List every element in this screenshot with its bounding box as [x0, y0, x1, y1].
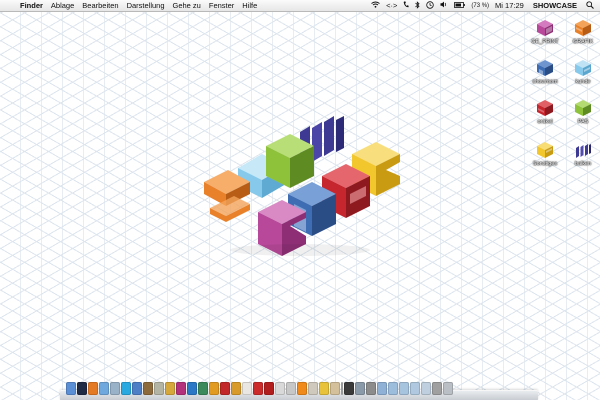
- desktop-icon-orakel[interactable]: orakel: [528, 98, 562, 125]
- volume-icon[interactable]: [437, 1, 451, 10]
- acrobat-pro-icon[interactable]: [253, 382, 263, 395]
- desktop-icon-label: kunde: [575, 79, 591, 85]
- desktop-icon-pas[interactable]: PAS: [566, 98, 600, 125]
- bluetooth-icon[interactable]: [412, 0, 423, 11]
- filezilla-icon[interactable]: [264, 382, 274, 395]
- script-editor-icon[interactable]: [308, 382, 318, 395]
- disk-icon[interactable]: [432, 382, 442, 395]
- dreamweaver-icon[interactable]: [198, 382, 208, 395]
- menu-bearbeiten[interactable]: Bearbeiten: [78, 1, 122, 10]
- yellow-cube-icon: [537, 142, 553, 158]
- stack-folder-icon[interactable]: [421, 382, 431, 395]
- desktop-icon-label: GRAFIK: [572, 39, 594, 45]
- flash-icon[interactable]: [220, 382, 230, 395]
- sky-cube-icon: [575, 60, 591, 76]
- green-cube-icon: [575, 100, 591, 116]
- battery-percentage[interactable]: (73 %): [468, 3, 492, 9]
- fireworks-icon[interactable]: [231, 382, 241, 395]
- desktop-icon-label: GE_PRINT: [531, 39, 559, 45]
- trash-icon[interactable]: [443, 382, 453, 395]
- desktop-icon-label: Sonstiges: [532, 161, 558, 167]
- terminal-icon[interactable]: [344, 382, 354, 395]
- violet-bars-icon: [576, 144, 591, 158]
- spotlight-search-icon[interactable]: [583, 0, 597, 11]
- phone-icon[interactable]: [400, 1, 412, 10]
- blue-cube-icon: [537, 60, 553, 76]
- desktop-icon-showroom[interactable]: showroom: [528, 58, 562, 85]
- finder-icon[interactable]: [66, 382, 76, 395]
- vlc-icon[interactable]: [297, 382, 307, 395]
- downloads-folder-icon[interactable]: [388, 382, 398, 395]
- desktop-icon-ge-print[interactable]: GE_PRINT: [528, 18, 562, 45]
- activity-monitor-icon[interactable]: [355, 382, 365, 395]
- red-cube-icon: [537, 100, 553, 116]
- wifi-icon[interactable]: [368, 1, 383, 10]
- dashboard-icon[interactable]: [77, 382, 87, 395]
- menu-bar: Finder Ablage Bearbeiten Darstellung Geh…: [0, 0, 600, 12]
- pen-tool-icon[interactable]: [275, 382, 285, 395]
- applications-folder-icon[interactable]: [410, 382, 420, 395]
- menu-darstellung[interactable]: Darstellung: [123, 1, 169, 10]
- wallpaper-logo: [204, 116, 400, 256]
- desktop-icon-kunde[interactable]: kunde: [566, 58, 600, 85]
- desktop-icon-balken[interactable]: balken: [566, 140, 600, 167]
- user-menu[interactable]: SHOWCASE: [527, 1, 583, 10]
- textedit-icon[interactable]: [286, 382, 296, 395]
- mail-icon[interactable]: [110, 382, 120, 395]
- photo-icon[interactable]: [154, 382, 164, 395]
- illustrator-icon[interactable]: [209, 382, 219, 395]
- menu-finder[interactable]: Finder: [16, 1, 47, 10]
- acrobat-icon[interactable]: [242, 382, 252, 395]
- address-book-icon[interactable]: [143, 382, 153, 395]
- menu-hilfe[interactable]: Hilfe: [238, 1, 261, 10]
- menu-gehe-zu[interactable]: Gehe zu: [169, 1, 205, 10]
- desktop-icon-label: balken: [574, 161, 592, 167]
- status-menus: <·> (73 %) Mi 17:29 SHOWCASE: [368, 0, 597, 11]
- menu-fenster[interactable]: Fenster: [205, 1, 238, 10]
- orange-cube-icon: [575, 20, 591, 36]
- menu-clock[interactable]: Mi 17:29: [492, 1, 527, 10]
- desktop-icon-label: orakel: [537, 119, 553, 125]
- folder-icon[interactable]: [377, 382, 387, 395]
- dock: [60, 382, 538, 400]
- safari-icon[interactable]: [99, 382, 109, 395]
- indesign-icon[interactable]: [176, 382, 186, 395]
- firefox-icon[interactable]: [88, 382, 98, 395]
- itunes-icon[interactable]: [132, 382, 142, 395]
- ichat-icon[interactable]: [319, 382, 329, 395]
- dock-icons: [66, 382, 454, 395]
- dock-separator: [341, 382, 343, 395]
- system-preferences-icon[interactable]: [366, 382, 376, 395]
- menu-ablage[interactable]: Ablage: [47, 1, 78, 10]
- sync-status[interactable]: <·>: [383, 1, 400, 10]
- documents-folder-icon[interactable]: [399, 382, 409, 395]
- desktop-icon-grafik[interactable]: GRAFIK: [566, 18, 600, 45]
- keychain-icon[interactable]: [330, 382, 340, 395]
- desktop-icon-label: showroom: [532, 79, 558, 85]
- desktop[interactable]: Finder Ablage Bearbeiten Darstellung Geh…: [0, 0, 600, 400]
- desktop-icon-label: PAS: [577, 119, 589, 125]
- magenta-cube-icon: [537, 20, 553, 36]
- desktop-icon-sonstiges[interactable]: Sonstiges: [528, 140, 562, 167]
- bridge-icon[interactable]: [165, 382, 175, 395]
- clock-icon[interactable]: [423, 0, 437, 11]
- photoshop-icon[interactable]: [187, 382, 197, 395]
- battery-icon[interactable]: [451, 1, 468, 10]
- skype-icon[interactable]: [121, 382, 131, 395]
